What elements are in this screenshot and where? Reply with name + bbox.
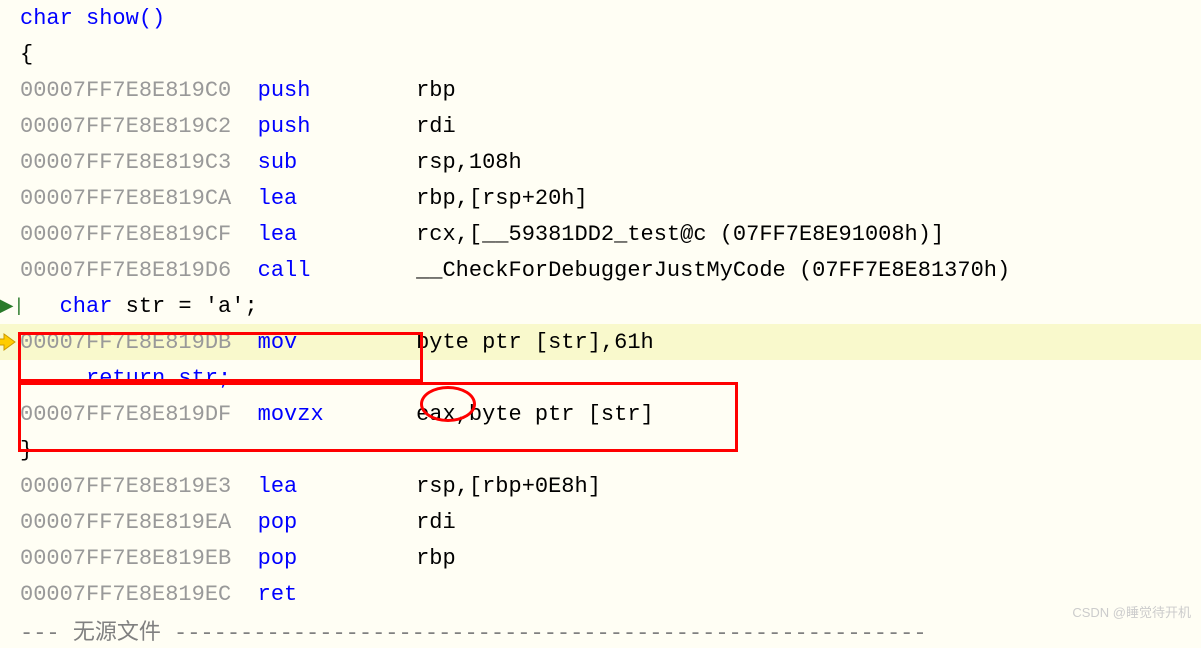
operand: eax,byte ptr [str] xyxy=(416,402,680,427)
mnemonic: ret xyxy=(258,582,298,607)
code-text: char show() xyxy=(20,6,165,31)
mnemonic: mov xyxy=(258,330,298,355)
address: 00007FF7E8E819CA xyxy=(20,186,231,211)
operand: rbp,[rsp+20h] xyxy=(416,186,614,211)
mnemonic: lea xyxy=(258,474,298,499)
operand: rcx,[__59381DD2_test@c (07FF7E8E91008h)] xyxy=(416,222,971,247)
address: 00007FF7E8E819EC xyxy=(20,582,231,607)
asm-line: 00007FF7E8E819C0 push rbp xyxy=(0,72,1201,108)
address: 00007FF7E8E819CF xyxy=(20,222,231,247)
asm-line: 00007FF7E8E819EB pop rbp xyxy=(0,540,1201,576)
code-text: str = 'a'; xyxy=(112,294,257,319)
mnemonic: push xyxy=(258,78,311,103)
code-line: { xyxy=(0,36,1201,72)
operand: rdi xyxy=(416,510,482,535)
code-text: } xyxy=(20,438,33,463)
address: 00007FF7E8E819DB xyxy=(20,330,231,355)
asm-line: 00007FF7E8E819C2 push rdi xyxy=(0,108,1201,144)
mnemonic: lea xyxy=(258,222,298,247)
address: 00007FF7E8E819D6 xyxy=(20,258,231,283)
watermark: CSDN @睡觉待开机 xyxy=(1072,602,1191,621)
keyword: char xyxy=(60,294,113,319)
operand: rsp,[rbp+0E8h] xyxy=(416,474,627,499)
operand: __CheckForDebuggerJustMyCode (07FF7E8E81… xyxy=(416,258,1037,283)
source-line: ▶| char str = 'a'; xyxy=(0,288,1201,324)
operand: byte ptr [str],61h xyxy=(416,330,680,355)
address: 00007FF7E8E819C3 xyxy=(20,150,231,175)
execution-pointer-icon xyxy=(0,333,16,351)
asm-line: 00007FF7E8E819E3 lea rsp,[rbp+0E8h] xyxy=(0,468,1201,504)
current-asm-line: 00007FF7E8E819DB mov byte ptr [str],61h xyxy=(0,324,1201,360)
address: 00007FF7E8E819EA xyxy=(20,510,231,535)
asm-line: 00007FF7E8E819DF movzx eax,byte ptr [str… xyxy=(0,396,1201,432)
operand: rbp xyxy=(416,546,482,571)
address: 00007FF7E8E819E3 xyxy=(20,474,231,499)
mnemonic: movzx xyxy=(258,402,324,427)
code-text: { xyxy=(20,42,33,67)
source-line: return str; xyxy=(0,360,1201,396)
mnemonic: pop xyxy=(258,546,298,571)
address: 00007FF7E8E819EB xyxy=(20,546,231,571)
code-line: } xyxy=(0,432,1201,468)
code-text: return str; xyxy=(86,366,231,391)
asm-line: 00007FF7E8E819C3 sub rsp,108h xyxy=(0,144,1201,180)
asm-line: 00007FF7E8E819CF lea rcx,[__59381DD2_tes… xyxy=(0,216,1201,252)
mnemonic: call xyxy=(258,258,311,283)
operand: rbp xyxy=(416,78,482,103)
operand: rsp,108h xyxy=(416,150,548,175)
no-source-line: --- 无源文件 -------------------------------… xyxy=(0,612,1201,648)
asm-line: 00007FF7E8E819EC ret xyxy=(0,576,1201,612)
address: 00007FF7E8E819DF xyxy=(20,402,231,427)
address: 00007FF7E8E819C0 xyxy=(20,78,231,103)
mnemonic: push xyxy=(258,114,311,139)
code-line: char show() xyxy=(0,0,1201,36)
asm-line: 00007FF7E8E819CA lea rbp,[rsp+20h] xyxy=(0,180,1201,216)
mnemonic: sub xyxy=(258,150,298,175)
disassembly-view: char show() { 00007FF7E8E819C0 push rbp … xyxy=(0,0,1201,648)
operand: rdi xyxy=(416,114,482,139)
mnemonic: lea xyxy=(258,186,298,211)
asm-line: 00007FF7E8E819D6 call __CheckForDebugger… xyxy=(0,252,1201,288)
address: 00007FF7E8E819C2 xyxy=(20,114,231,139)
asm-line: 00007FF7E8E819EA pop rdi xyxy=(0,504,1201,540)
mnemonic: pop xyxy=(258,510,298,535)
